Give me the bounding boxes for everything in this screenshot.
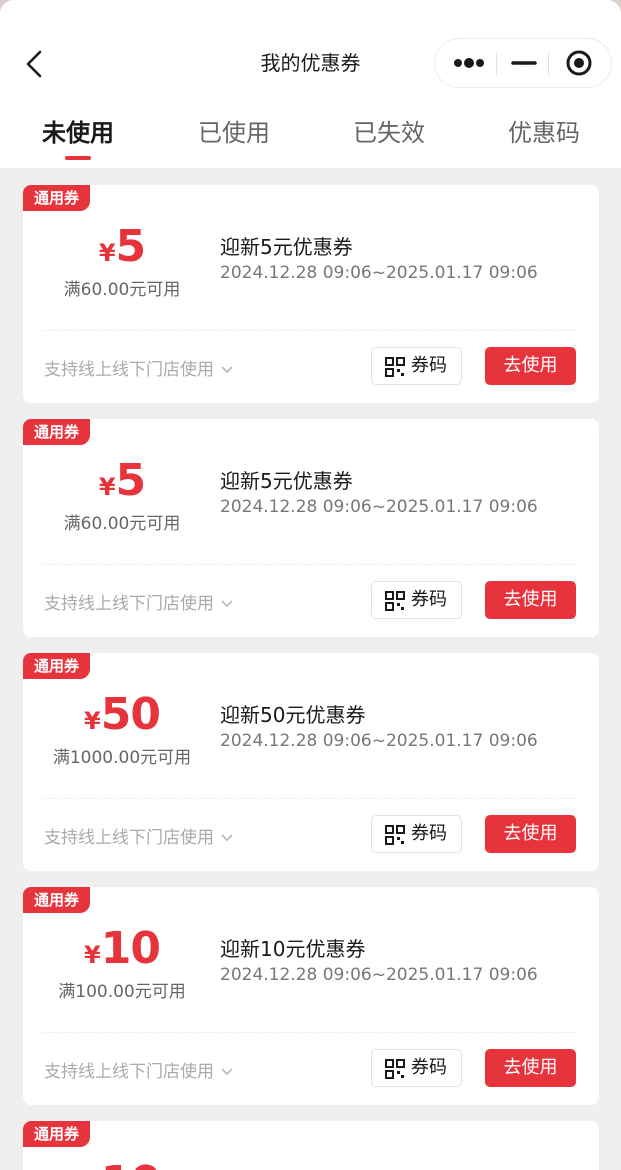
coupon-code-button[interactable]: 券码 [371, 347, 462, 385]
tab-promo-code[interactable]: 优惠码 [508, 116, 580, 152]
coupon-name: 迎新50元优惠券 [220, 703, 366, 727]
coupon-card: 通用券 ¥50 满1000.00元可用 迎新50元优惠券 2024.12.28 … [23, 653, 599, 871]
chevron-down-icon [221, 1068, 233, 1076]
currency-symbol: ¥ [84, 707, 101, 735]
coupon-name: 迎新5元优惠券 [220, 235, 353, 259]
dashed-divider [44, 564, 577, 565]
close-button[interactable] [553, 39, 611, 87]
use-coupon-button[interactable]: 去使用 [485, 581, 576, 619]
record-circle-icon [566, 50, 592, 76]
coupon-code-label: 券码 [411, 1057, 447, 1078]
mini-program-capsule [434, 38, 612, 88]
capsule-divider [548, 52, 549, 76]
coupon-condition: 满60.00元可用 [63, 280, 181, 300]
coupon-validity: 2024.12.28 09:06~2025.01.17 09:06 [220, 731, 538, 751]
coupon-amount: ¥10 [37, 1157, 207, 1170]
coupon-code-label: 券码 [411, 589, 447, 610]
qr-code-icon [385, 1059, 405, 1079]
coupon-card: 通用券 ¥10 满100.00元可用 迎新10元优惠券 2024.12.28 0… [23, 887, 599, 1105]
coupon-validity: 2024.12.28 09:06~2025.01.17 09:06 [220, 965, 538, 985]
qr-code-icon [385, 825, 405, 845]
coupon-amount: ¥5 [37, 455, 207, 506]
minimize-icon [511, 61, 537, 65]
usage-scope-toggle[interactable]: 支持线上线下门店使用 [44, 355, 234, 380]
usage-scope-toggle[interactable]: 支持线上线下门店使用 [44, 823, 234, 848]
use-coupon-button[interactable]: 去使用 [485, 1049, 576, 1087]
currency-symbol: ¥ [98, 473, 116, 501]
coupon-badge: 通用券 [23, 185, 91, 211]
coupon-code-button[interactable]: 券码 [371, 815, 462, 853]
tab-expired[interactable]: 已失效 [353, 116, 425, 152]
phone-screen: 我的优惠券 未使用 已使用 已失效 优惠码 通用券 ¥5 满60.00元可用 迎… [0, 0, 621, 1170]
coupon-badge: 通用券 [23, 419, 91, 445]
usage-scope-text: 支持线上线下门店使用 [44, 594, 214, 614]
coupon-badge: 通用券 [23, 887, 91, 913]
use-coupon-button[interactable]: 去使用 [485, 815, 576, 853]
chevron-down-icon [221, 600, 233, 608]
qr-code-icon [385, 357, 405, 377]
usage-scope-text: 支持线上线下门店使用 [44, 1062, 214, 1082]
usage-scope-toggle[interactable]: 支持线上线下门店使用 [44, 589, 234, 614]
coupon-code-label: 券码 [411, 823, 447, 844]
amount-value: 5 [115, 455, 147, 506]
coupon-validity: 2024.12.28 09:06~2025.01.17 09:06 [220, 263, 538, 283]
header: 我的优惠券 未使用 已使用 已失效 优惠码 [0, 0, 621, 168]
tab-unused[interactable]: 未使用 [42, 116, 114, 152]
coupon-condition: 满100.00元可用 [58, 982, 186, 1002]
more-button[interactable] [435, 39, 503, 87]
coupon-card: 通用券 ¥5 满60.00元可用 迎新5元优惠券 2024.12.28 09:0… [23, 419, 599, 637]
chevron-down-icon [221, 366, 233, 374]
currency-symbol: ¥ [98, 239, 116, 267]
chevron-down-icon [221, 834, 233, 842]
active-tab-indicator [65, 156, 91, 160]
coupon-condition: 满1000.00元可用 [52, 748, 192, 768]
usage-scope-text: 支持线上线下门店使用 [44, 828, 214, 848]
coupon-name: 迎新10元优惠券 [220, 937, 366, 961]
coupon-amount: ¥5 [37, 221, 207, 272]
amount-value: 50 [100, 689, 161, 740]
qr-code-icon [385, 591, 405, 611]
amount-value: 5 [115, 221, 147, 272]
tab-used[interactable]: 已使用 [198, 116, 270, 152]
capsule-divider [496, 52, 497, 76]
coupon-code-label: 券码 [411, 355, 447, 376]
coupon-code-button[interactable]: 券码 [371, 581, 462, 619]
coupon-condition: 满60.00元可用 [63, 514, 181, 534]
dashed-divider [44, 330, 577, 331]
coupon-amount: ¥50 [37, 689, 207, 740]
more-dots-icon [454, 58, 484, 68]
amount-value: 10 [101, 1157, 161, 1170]
coupon-amount: ¥10 [37, 923, 207, 974]
use-coupon-button[interactable]: 去使用 [485, 347, 576, 385]
coupon-validity: 2024.12.28 09:06~2025.01.17 09:06 [220, 497, 538, 517]
coupon-card: 通用券 ¥5 满60.00元可用 迎新5元优惠券 2024.12.28 09:0… [23, 185, 599, 403]
dashed-divider [44, 1032, 577, 1033]
usage-scope-text: 支持线上线下门店使用 [44, 360, 214, 380]
currency-symbol: ¥ [84, 941, 101, 969]
dashed-divider [44, 798, 577, 799]
coupon-code-button[interactable]: 券码 [371, 1049, 462, 1087]
coupon-badge: 通用券 [23, 653, 91, 679]
coupon-card: 通用券 ¥10 [23, 1121, 599, 1170]
amount-value: 10 [100, 923, 161, 974]
coupon-name: 迎新5元优惠券 [220, 469, 353, 493]
usage-scope-toggle[interactable]: 支持线上线下门店使用 [44, 1057, 234, 1082]
coupon-badge: 通用券 [23, 1121, 91, 1147]
minimize-button[interactable] [503, 39, 545, 87]
